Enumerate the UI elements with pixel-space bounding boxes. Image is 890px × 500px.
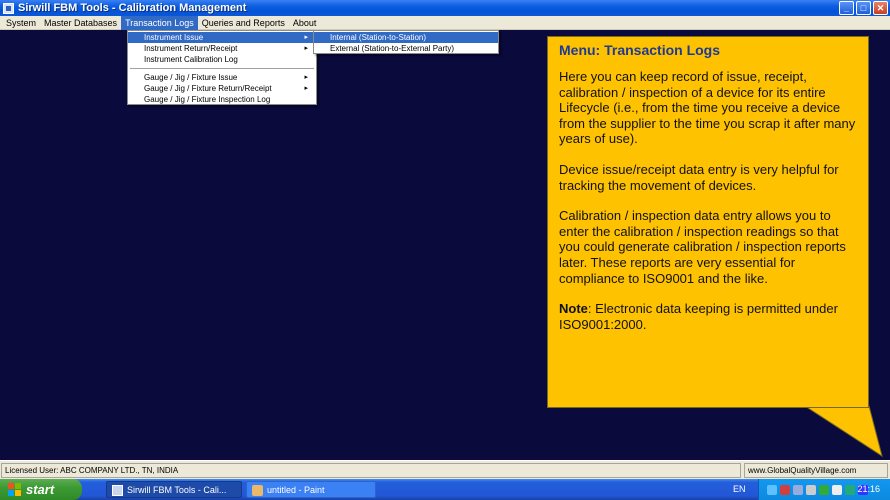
help-icon[interactable] [767, 484, 777, 495]
update-icon[interactable] [819, 484, 829, 495]
submenu-arrow-icon: ▸ [304, 74, 308, 81]
menu-transaction-logs[interactable]: Transaction Logs [121, 15, 198, 30]
note-label: Note [559, 301, 588, 317]
menu-item-label: Gauge / Jig / Fixture Inspection Log [144, 95, 271, 104]
menu-item-label: Gauge / Jig / Fixture Return/Receipt [144, 84, 272, 93]
menu-master-databases[interactable]: Master Databases [40, 16, 121, 30]
task-paint[interactable]: untitled - Paint [246, 481, 376, 498]
licensed-user-status: Licensed User: ABC COMPANY LTD., TN, IND… [1, 463, 741, 478]
menu-item-label: Instrument Return/Receipt [144, 44, 238, 53]
paint-icon [252, 485, 263, 496]
network-icon[interactable] [793, 484, 803, 495]
task-sirwill[interactable]: Sirwill FBM Tools - Cali... [106, 481, 242, 498]
safely-remove-icon[interactable] [832, 484, 842, 495]
menu-system[interactable]: System [2, 16, 40, 30]
windows-logo-icon [8, 483, 21, 496]
title-bar: Sirwill FBM Tools - Calibration Manageme… [0, 0, 890, 16]
menu-internal-station[interactable]: Internal (Station-to-Station) [314, 32, 498, 43]
task-label: untitled - Paint [267, 485, 325, 495]
security-icon[interactable] [780, 484, 790, 495]
menu-item-label: Instrument Calibration Log [144, 55, 238, 64]
menu-instrument-issue[interactable]: Instrument Issue ▸ [128, 32, 316, 43]
close-button[interactable]: ✕ [873, 1, 888, 15]
menu-bar: System Master Databases Transaction Logs… [0, 15, 890, 30]
menu-gauge-issue[interactable]: Gauge / Jig / Fixture Issue ▸ [128, 72, 316, 83]
language-indicator[interactable]: EN [733, 479, 746, 500]
volume-icon[interactable] [806, 484, 816, 495]
clock[interactable]: 21:16 [857, 479, 880, 500]
transaction-logs-dropdown: Instrument Issue ▸ Instrument Return/Rec… [127, 30, 317, 105]
menu-about[interactable]: About [289, 16, 321, 30]
app-icon [3, 2, 14, 14]
menu-gauge-inspection-log[interactable]: Gauge / Jig / Fixture Inspection Log [128, 94, 316, 105]
callout-paragraph-calibration: Calibration / inspection data entry allo… [559, 208, 846, 286]
minimize-button[interactable]: _ [839, 1, 854, 15]
instrument-issue-submenu: Internal (Station-to-Station) External (… [313, 30, 499, 54]
app-window-icon [112, 485, 123, 496]
start-button[interactable]: start [0, 479, 82, 500]
menu-gauge-return-receipt[interactable]: Gauge / Jig / Fixture Return/Receipt ▸ [128, 83, 316, 94]
info-callout: Menu: Transaction Logs Here you can keep… [547, 36, 869, 408]
callout-heading: Menu: Transaction Logs [559, 42, 721, 58]
start-label: start [26, 482, 55, 497]
antivirus-icon[interactable] [845, 484, 855, 495]
callout-paragraph-tracking: Device issue/receipt data entry is very … [559, 161, 839, 193]
maximize-button[interactable]: □ [856, 1, 871, 15]
submenu-arrow-icon: ▸ [304, 34, 308, 41]
callout-note: Note: Electronic data keeping is permitt… [559, 301, 858, 332]
callout-paragraph-lifecycle: Here you can keep record of issue, recei… [559, 69, 856, 147]
menu-item-label: Gauge / Jig / Fixture Issue [144, 73, 238, 82]
window-controls: _ □ ✕ [839, 1, 888, 15]
status-bar: Licensed User: ABC COMPANY LTD., TN, IND… [0, 460, 890, 479]
menu-separator [130, 68, 314, 69]
website-status: www.GlobalQualityVillage.com [744, 463, 888, 478]
system-tray: 21:16 [758, 479, 890, 500]
taskbar: start Sirwill FBM Tools - Cali... untitl… [0, 479, 890, 500]
menu-instrument-calibration-log[interactable]: Instrument Calibration Log [128, 54, 316, 65]
menu-item-label: Instrument Issue [144, 33, 204, 42]
submenu-arrow-icon: ▸ [304, 85, 308, 92]
menu-instrument-return-receipt[interactable]: Instrument Return/Receipt ▸ [128, 43, 316, 54]
menu-external-party[interactable]: External (Station-to-External Party) [314, 43, 498, 54]
submenu-arrow-icon: ▸ [304, 45, 308, 52]
menu-queries-reports[interactable]: Queries and Reports [198, 16, 289, 30]
note-text: : Electronic data keeping is permitted u… [559, 301, 838, 332]
task-label: Sirwill FBM Tools - Cali... [127, 485, 227, 495]
window-title: Sirwill FBM Tools - Calibration Manageme… [18, 2, 247, 14]
